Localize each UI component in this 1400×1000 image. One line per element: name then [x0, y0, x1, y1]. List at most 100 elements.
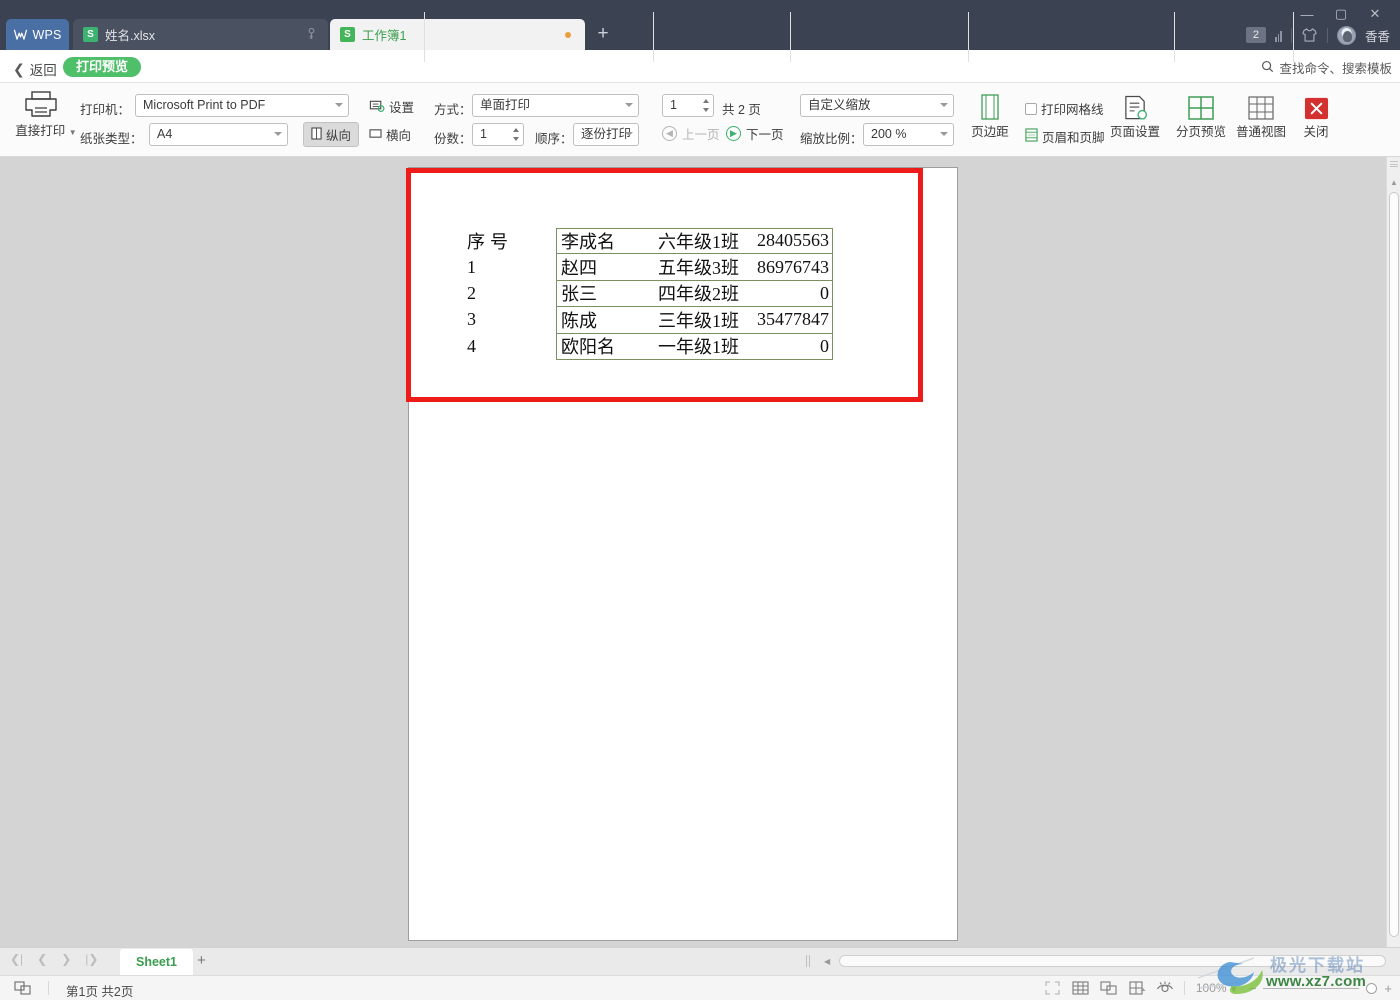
- row-index-cell: 序号: [467, 231, 513, 252]
- arrow-right-circle-icon: ▶: [726, 126, 741, 141]
- printer-select[interactable]: Microsoft Print to PDF: [135, 94, 349, 117]
- settings-label: 设置: [389, 101, 415, 115]
- paper-type-select[interactable]: A4: [149, 123, 288, 146]
- copies-field-label: 份数：: [434, 132, 472, 146]
- preview-canvas: 序号 李成名 六年级1班 28405563 1 赵四 五年级3班 8697674…: [0, 157, 1386, 947]
- last-sheet-icon[interactable]: |❯: [85, 952, 98, 966]
- document-tab-2-label: 工作簿1: [362, 29, 407, 43]
- maximize-button[interactable]: ▢: [1324, 2, 1358, 26]
- wps-logo-icon: [13, 27, 28, 42]
- row-index-cell: 3: [467, 309, 477, 330]
- page-break-preview-button[interactable]: 分页预览: [1168, 93, 1234, 140]
- direct-print-button[interactable]: 直接打印 ▼: [8, 120, 84, 139]
- page-setup-button[interactable]: 页面设置: [1102, 93, 1168, 140]
- window-controls: — ▢ ✕: [1290, 2, 1392, 26]
- portrait-label: 纵向: [326, 129, 352, 143]
- print-mode-select[interactable]: 单面打印: [472, 94, 639, 117]
- document-tab-2[interactable]: S 工作簿1: [330, 19, 585, 50]
- stepper-up-icon[interactable]: [703, 99, 709, 103]
- notification-badge[interactable]: 2: [1245, 27, 1266, 43]
- sheet-tab-bar: ❮| ❮ ❯ |❯ Sheet1 + ◀: [0, 947, 1400, 975]
- portrait-orientation-button[interactable]: 纵向: [303, 122, 360, 147]
- back-button[interactable]: ❮ 返回: [13, 59, 57, 79]
- page-break-preview-label: 分页预览: [1175, 125, 1226, 139]
- stepper-up-icon[interactable]: [513, 128, 519, 132]
- number-cell: 28405563: [741, 228, 833, 254]
- next-sheet-icon[interactable]: ❯: [61, 952, 71, 966]
- class-cell: 三年级1班: [658, 310, 739, 331]
- class-cell: 一年级1班: [658, 337, 739, 358]
- new-tab-button[interactable]: +: [592, 24, 614, 46]
- sheet-nav-arrows[interactable]: ❮| ❮ ❯ |❯: [10, 952, 98, 966]
- header-footer-button[interactable]: 页眉和页脚: [1018, 124, 1112, 149]
- print-gridlines-checkbox[interactable]: 打印网格线: [1018, 96, 1111, 121]
- search-icon: [1261, 60, 1274, 76]
- minimize-button[interactable]: —: [1290, 2, 1324, 26]
- wps-label: WPS: [32, 27, 62, 42]
- class-cell: 六年级1班: [658, 231, 739, 252]
- scrollbar-top-marker: [1390, 161, 1398, 167]
- eye-preview-icon[interactable]: [1156, 980, 1173, 996]
- pin-icon[interactable]: [307, 27, 316, 41]
- excel-file-icon: S: [83, 27, 98, 42]
- zoom-ratio-label: 缩放比例：: [800, 132, 863, 146]
- page-break-view-icon[interactable]: [1128, 980, 1146, 996]
- wps-home-button[interactable]: WPS: [6, 19, 69, 50]
- vertical-scrollbar[interactable]: ▲: [1386, 157, 1400, 947]
- header-footer-icon: [1025, 128, 1038, 145]
- scroll-left-arrow-icon[interactable]: ◀: [824, 957, 830, 966]
- sheet-tab-sheet1[interactable]: Sheet1: [120, 949, 193, 975]
- divider: [1326, 27, 1328, 43]
- row-index-cell: 1: [467, 256, 477, 277]
- skin-theme-icon[interactable]: [1301, 27, 1318, 43]
- vertical-scroll-thumb[interactable]: [1389, 192, 1399, 937]
- copies-stepper[interactable]: 1: [472, 123, 524, 146]
- unsaved-indicator-dot: [565, 32, 571, 38]
- table-row: 3 陈成 三年级1班 35477847: [464, 307, 833, 333]
- landscape-orientation-button[interactable]: 横向: [362, 122, 418, 147]
- page-margins-button[interactable]: 页边距: [958, 93, 1022, 140]
- chevron-down-icon[interactable]: ▼: [69, 128, 77, 137]
- wps-print-preview-window: WPS S 姓名.xlsx S 工作簿1 + — ▢ ✕ 2 香香 ❮ 返回 打…: [0, 0, 1400, 1000]
- add-sheet-button[interactable]: +: [197, 952, 206, 969]
- checkbox-icon: [1025, 102, 1037, 115]
- zoom-mode-select[interactable]: 自定义缩放: [800, 94, 954, 117]
- first-sheet-icon[interactable]: ❮|: [10, 952, 23, 966]
- print-order-select[interactable]: 逐份打印: [573, 123, 639, 146]
- table-row: 2 张三 四年级2班 0: [464, 280, 833, 307]
- close-window-button[interactable]: ✕: [1358, 2, 1392, 26]
- page-layout-view-icon[interactable]: [1100, 980, 1117, 996]
- back-label: 返回: [29, 63, 57, 78]
- avatar[interactable]: [1336, 25, 1356, 45]
- stepper-down-icon[interactable]: [513, 137, 519, 141]
- divider: [1290, 27, 1292, 43]
- printer-settings-button[interactable]: 设置: [362, 94, 421, 119]
- previous-page-button[interactable]: ◀ 上一页: [662, 124, 720, 143]
- fullscreen-icon[interactable]: [1044, 980, 1061, 996]
- next-page-button[interactable]: ▶ 下一页: [726, 124, 784, 143]
- user-name-label: 香香: [1364, 29, 1390, 44]
- portrait-page-icon: [311, 126, 322, 143]
- page-setup-label: 页面设置: [1109, 125, 1160, 139]
- page-break-preview-icon: [1168, 93, 1234, 121]
- chevron-down-icon: [625, 103, 633, 107]
- zoom-ratio-select[interactable]: 200 %: [863, 123, 954, 146]
- printer-field-label: 打印机：: [80, 103, 131, 117]
- normal-view-icon[interactable]: [1072, 980, 1089, 996]
- search-placeholder-label: 查找命令、搜索模板: [1279, 62, 1392, 76]
- page-layout-icon[interactable]: [14, 980, 32, 996]
- prev-sheet-icon[interactable]: ❮: [37, 952, 47, 966]
- current-page-stepper[interactable]: 1: [662, 94, 714, 117]
- search-command-box[interactable]: 查找命令、搜索模板: [1261, 58, 1392, 77]
- scroll-up-arrow-icon[interactable]: ▲: [1387, 174, 1400, 190]
- printer-icon[interactable]: [24, 91, 58, 117]
- close-preview-button[interactable]: 关闭: [1285, 93, 1347, 140]
- print-preview-badge: 打印预览: [63, 57, 142, 77]
- mode-field-label: 方式：: [434, 103, 472, 117]
- name-cell: 欧阳名: [556, 333, 641, 359]
- stepper-down-icon[interactable]: [703, 108, 709, 112]
- return-bar: [0, 50, 1400, 83]
- document-tab-1[interactable]: S 姓名.xlsx: [73, 19, 328, 50]
- number-cell: 86976743: [741, 254, 833, 280]
- paper-field-label: 纸张类型：: [80, 132, 143, 146]
